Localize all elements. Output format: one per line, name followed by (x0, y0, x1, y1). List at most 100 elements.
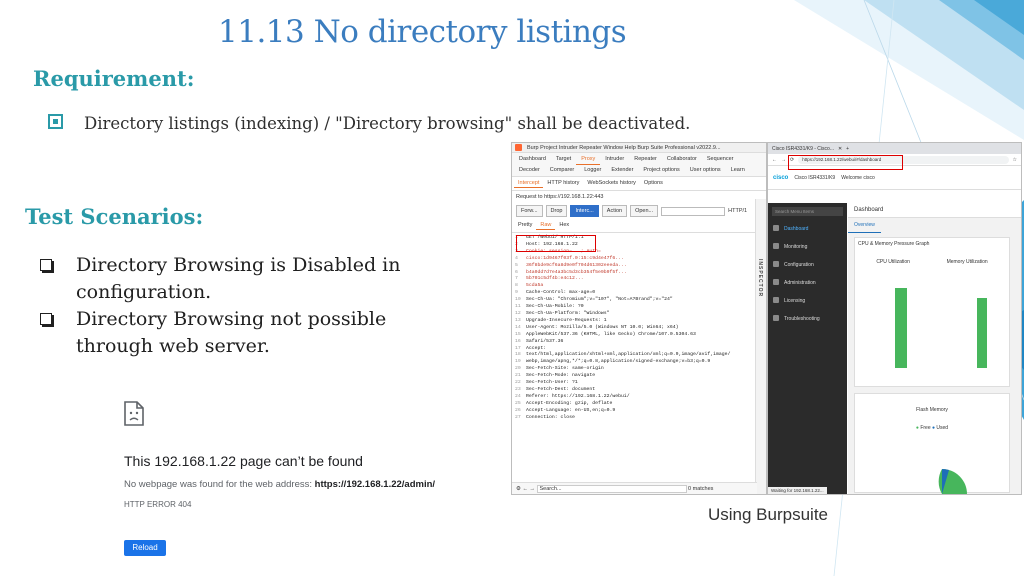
inspector-panel[interactable]: INSPECTOR (755, 199, 766, 494)
product-name: Cisco ISR4331/K9 (794, 174, 836, 181)
line-number: 12 (515, 310, 521, 316)
line-number: 21 (515, 373, 521, 379)
subtab-options[interactable]: Options (640, 179, 667, 188)
comment-field[interactable] (661, 206, 726, 216)
burp-tab[interactable]: Logger (579, 165, 606, 175)
memory-bar (977, 298, 987, 368)
burp-request-target: Request to https://192.168.1.22:443 (516, 194, 604, 200)
request-line: 22 Sec-Fetch-User: ?1 (515, 380, 762, 387)
request-line-text: Sec-Ch-Ua: "Chromium";v="107", "Not=A?Br… (526, 297, 673, 303)
sidebar-item-troubleshooting[interactable]: Troubleshooting (768, 310, 847, 328)
request-line-text: webp,image/apng,*/*;q=0.8,application/si… (526, 359, 711, 365)
burp-tab[interactable]: Comparer (545, 165, 579, 175)
request-line-text: Safari/537.36 (526, 338, 564, 344)
burp-view-tabs: Pretty Raw Hex (512, 219, 766, 233)
sidebar-item-dashboard[interactable]: Dashboard (768, 220, 847, 238)
burp-proxy-subtabs: Intercept HTTP history WebSockets histor… (512, 177, 766, 191)
request-line-text: Cache-Control: max-age=0 (526, 290, 596, 296)
error-description: No webpage was found for the web address… (124, 479, 435, 490)
cisco-main: Dashboard Overview CPU & Memory Pressure… (848, 203, 1021, 494)
scenario-text: Directory Browsing is Disabled in config… (76, 254, 401, 303)
request-line-text: Accept-Language: en-US,en;q=0.9 (526, 407, 616, 413)
line-number: 14 (515, 324, 521, 330)
burp-tab[interactable]: Decoder (514, 165, 545, 175)
sidebar-item-licensing[interactable]: Licensing (768, 292, 847, 310)
request-line: 7 5b701c5df4b:e4c12... (515, 276, 762, 283)
sidebar-item-administration[interactable]: Administration (768, 274, 847, 292)
new-tab-icon[interactable]: + (846, 146, 849, 152)
line-number: 16 (515, 338, 521, 344)
burp-search-input[interactable]: Search... (536, 485, 687, 493)
burp-tab[interactable]: Intruder (600, 154, 629, 165)
burp-screenshot: Burp Project Intruder Repeater Window He… (511, 142, 767, 495)
burp-tab[interactable]: Collaborator (662, 154, 702, 165)
request-line: 13 Upgrade-Insecure-Requests: 1 (515, 318, 762, 325)
sidebar-item-configuration[interactable]: Configuration (768, 256, 847, 274)
card-title: CPU & Memory Pressure Graph (858, 241, 930, 247)
burp-tab[interactable]: Dashboard (514, 154, 551, 165)
burp-tab[interactable]: Project options (638, 165, 684, 175)
burp-tab[interactable]: User options (685, 165, 726, 175)
cpu-memory-card: CPU & Memory Pressure Graph CPU Utilizat… (854, 237, 1010, 387)
burp-tab[interactable]: Learn (726, 165, 750, 175)
legend-free: Free (920, 425, 931, 431)
page-title: Dashboard (848, 203, 1021, 218)
request-line: 27 Connection: close (515, 414, 762, 422)
sidebar-search-input[interactable]: Search Menu Items (772, 207, 843, 216)
burp-tab[interactable]: Repeater (629, 154, 662, 165)
intercept-toggle-button[interactable]: Interc... (570, 205, 599, 217)
back-icon[interactable]: ← (772, 157, 777, 163)
card-title: Flash Memory (916, 407, 948, 413)
subtab-intercept[interactable]: Intercept (514, 179, 544, 188)
drop-button[interactable]: Drop (545, 205, 568, 217)
memory-label: Memory Utilization (946, 259, 988, 265)
browser-tab[interactable]: Cisco ISR4331/K9 - Cisco... ✕ + (768, 143, 1021, 154)
request-line: 24 Referer: https://192.168.1.22/webui/ (515, 394, 762, 401)
burp-request-editor[interactable]: 1 GET /webui/ HTTP/1.1 2 Host: 192.168.1.22… (512, 233, 766, 421)
burp-tab[interactable]: Target (551, 154, 576, 165)
burp-titlebar: Burp Project Intruder Repeater Window He… (512, 143, 766, 153)
sidebar-item-monitoring[interactable]: Monitoring (768, 238, 847, 256)
request-highlight-box (516, 235, 596, 252)
close-icon[interactable]: ✕ (838, 146, 842, 152)
line-number: 15 (515, 331, 521, 337)
view-tab-pretty[interactable]: Pretty (514, 221, 536, 230)
line-number: 24 (515, 393, 521, 399)
subtab-websockets-history[interactable]: WebSockets history (583, 179, 640, 188)
burp-tab-active[interactable]: Proxy (576, 154, 601, 165)
request-line: 5 36f8bde9cf6a8d9e0f704d61302eeeda... (515, 263, 762, 270)
request-line-text: AppleWebKit/537.36 (KHTML, like Gecko) C… (526, 331, 696, 337)
request-line: 12 Sec-Ch-Ua-Platform: "Windows" (515, 310, 762, 318)
open-browser-button[interactable]: Open... (630, 205, 659, 217)
request-line-text: b4a0dd7d7e4a3bc5d3cb354f5e9b9f5f... (526, 269, 627, 275)
burp-tab[interactable]: Sequencer (702, 154, 739, 165)
line-number: 23 (515, 386, 521, 392)
request-line: 25 Accept-Encoding: gzip, deflate (515, 401, 762, 408)
request-line-text: Sec-Fetch-Site: same-origin (526, 366, 604, 372)
forward-icon[interactable]: → (781, 157, 786, 163)
error-desc-prefix: No webpage was found for the web address… (124, 479, 315, 490)
tab-overview[interactable]: Overview (848, 218, 881, 233)
request-line: 21 Sec-Fetch-Mode: navigate (515, 373, 762, 380)
scenario-item: Directory Browsing not possible through … (38, 306, 408, 360)
search-icon: ⚙ ← → (516, 486, 537, 492)
error-title: This 192.168.1.22 page can’t be found (124, 453, 363, 469)
request-line-text: Sec-Fetch-User: ?1 (526, 380, 578, 386)
checkbox-bullet-icon (40, 259, 52, 271)
view-tab-raw[interactable]: Raw (536, 221, 556, 230)
request-line-text: Connection: close (526, 414, 575, 420)
line-number: 11 (515, 304, 521, 310)
reload-button[interactable]: Reload (124, 540, 166, 556)
request-line-text: cisco:1d9467f03f.0:15:c9d4e47f6... (526, 255, 624, 261)
forward-button[interactable]: Forw... (516, 205, 543, 217)
subtab-http-history[interactable]: HTTP history (543, 179, 583, 188)
inspector-label: INSPECTOR (757, 259, 763, 298)
request-line-text: Sec-Ch-Ua-Platform: "Windows" (526, 310, 610, 316)
view-tab-hex[interactable]: Hex (555, 221, 573, 230)
status-bar: Waiting for 192.168.1.22... (768, 487, 827, 494)
checkbox-bullet-icon (40, 313, 52, 325)
sad-document-icon (124, 401, 144, 426)
burp-tab[interactable]: Extender (606, 165, 638, 175)
star-icon[interactable]: ☆ (1013, 157, 1017, 163)
action-button[interactable]: Action (601, 205, 628, 217)
